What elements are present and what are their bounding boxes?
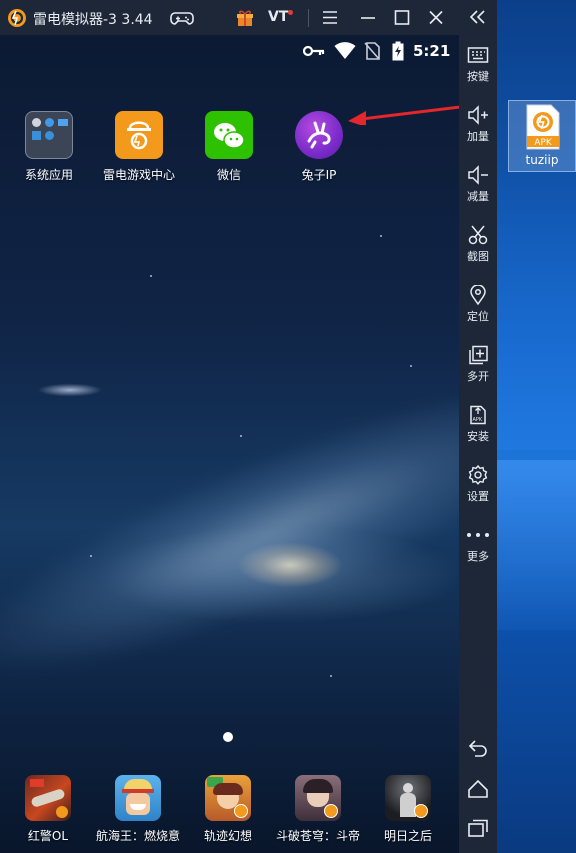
apk-file-name: tuziip: [525, 153, 559, 167]
location-pin-icon: [470, 285, 486, 305]
app-label: 系统应用: [24, 168, 73, 182]
vt-label[interactable]: VT: [268, 9, 288, 25]
vpn-key-icon: [303, 45, 325, 57]
dock-app-doupo[interactable]: 斗破苍穹：斗帝: [273, 775, 363, 844]
android-home-screen: 5:21 系统应用 雷电游戏中心 微信 兔子IP 红警OL 航海王：燃烧意 轨迹…: [0, 35, 459, 853]
sidebar-item-volume-down[interactable]: 减量: [459, 165, 497, 204]
back-icon[interactable]: [467, 738, 489, 758]
home-icon[interactable]: [467, 779, 489, 799]
desktop-wallpaper-light: [497, 170, 576, 450]
gift-icon[interactable]: [235, 8, 255, 27]
no-sim-icon: [364, 42, 380, 60]
sidebar-label: 定位: [467, 310, 489, 323]
wechat-icon: [205, 111, 253, 159]
multi-instance-icon: [469, 345, 488, 365]
sidebar-item-keymap[interactable]: 按键: [459, 45, 497, 84]
annotation-arrow: [348, 105, 459, 125]
sidebar-label: 多开: [467, 370, 489, 383]
galaxy-wallpaper: [0, 354, 459, 726]
star: [380, 235, 382, 237]
trajectory-fantasy-game-icon: [205, 775, 251, 821]
close-icon[interactable]: [428, 8, 444, 27]
app-game-center[interactable]: 雷电游戏中心: [94, 111, 184, 183]
folder-icon: [25, 111, 73, 159]
sidebar-item-settings[interactable]: 设置: [459, 465, 497, 504]
dock-app-red-alert[interactable]: 红警OL: [3, 775, 93, 844]
sidebar-label: 更多: [467, 550, 489, 563]
apk-file-icon[interactable]: APK tuziip: [508, 100, 576, 172]
sidebar-item-screenshot[interactable]: 截图: [459, 225, 497, 264]
dock-label: 明日之后: [383, 829, 432, 843]
dock-app-lifeafter[interactable]: 明日之后: [363, 775, 453, 844]
apk-document-icon: APK: [526, 104, 560, 150]
dock-app-trajectory-fantasy[interactable]: 轨迹幻想: [183, 775, 273, 844]
recent-apps-icon[interactable]: [467, 818, 489, 838]
sidebar-label: 按键: [467, 70, 489, 83]
gear-icon: [468, 465, 488, 485]
wifi-icon: [334, 42, 356, 59]
app-label: 雷电游戏中心: [102, 168, 175, 182]
collapse-chevrons-icon[interactable]: [468, 9, 488, 25]
menu-icon[interactable]: [322, 8, 338, 27]
apk-badge-text: APK: [534, 138, 553, 148]
dock-label: 航海王：燃烧意: [95, 829, 180, 843]
emulator-title-bar: 雷电模拟器-3 3.44 VT: [0, 0, 459, 35]
keyboard-icon: [467, 47, 489, 63]
titlebar-divider: [308, 9, 309, 27]
more-dots-icon: [467, 533, 489, 537]
sidebar-label: 减量: [467, 190, 489, 203]
page-indicator-dot[interactable]: [223, 732, 233, 742]
desktop-wallpaper-light: [497, 460, 576, 630]
app-system-apps[interactable]: 系统应用: [4, 111, 94, 183]
vt-notification-dot: [288, 10, 293, 15]
rabbit-ip-icon: [295, 111, 343, 159]
volume-up-icon: [468, 105, 488, 125]
sidebar-item-more[interactable]: 更多: [459, 525, 497, 564]
windows-desktop: APK tuziip: [497, 0, 576, 853]
dock-app-one-piece[interactable]: 航海王：燃烧意: [93, 775, 183, 844]
gamepad-icon[interactable]: [170, 8, 194, 27]
sidebar-label: 加量: [467, 130, 489, 143]
minimize-icon[interactable]: [360, 8, 376, 27]
one-piece-game-icon: [115, 775, 161, 821]
scissors-icon: [468, 225, 488, 245]
app-wechat[interactable]: 微信: [184, 111, 274, 183]
dock-label: 轨迹幻想: [203, 829, 252, 843]
star: [90, 555, 92, 557]
dock-label: 斗破苍穹：斗帝: [275, 829, 360, 843]
android-status-bar: 5:21: [0, 35, 459, 67]
ldplayer-logo-icon: [8, 9, 26, 27]
sidebar-item-multi-instance[interactable]: 多开: [459, 345, 497, 384]
app-label: 微信: [216, 168, 241, 182]
sidebar-label: 安装: [467, 430, 489, 443]
star: [330, 675, 332, 677]
sidebar-item-location[interactable]: 定位: [459, 285, 497, 324]
app-label: 兔子IP: [301, 168, 337, 182]
window-title: 雷电模拟器-3 3.44: [33, 12, 153, 28]
star: [150, 275, 152, 277]
lifeafter-game-icon: [385, 775, 431, 821]
volume-down-icon: [468, 165, 488, 185]
doupo-game-icon: [295, 775, 341, 821]
red-alert-game-icon: [25, 775, 71, 821]
svg-text:APK: APK: [473, 417, 483, 423]
dock-label: 红警OL: [27, 829, 69, 843]
sidebar-item-install-apk[interactable]: APK 安装: [459, 405, 497, 444]
sidebar-item-volume-up[interactable]: 加量: [459, 105, 497, 144]
star: [410, 365, 412, 367]
emulator-sidebar: 按键 加量 减量 截图 定位 多开 APK 安装 设置 更多: [459, 0, 497, 853]
status-time: 5:21: [413, 42, 451, 60]
sidebar-label: 截图: [467, 250, 489, 263]
sidebar-label: 设置: [467, 490, 489, 503]
apk-install-icon: APK: [470, 405, 486, 425]
star: [240, 435, 242, 437]
maximize-icon[interactable]: [394, 8, 410, 27]
game-center-icon: [115, 111, 163, 159]
battery-charging-icon: [392, 41, 404, 61]
